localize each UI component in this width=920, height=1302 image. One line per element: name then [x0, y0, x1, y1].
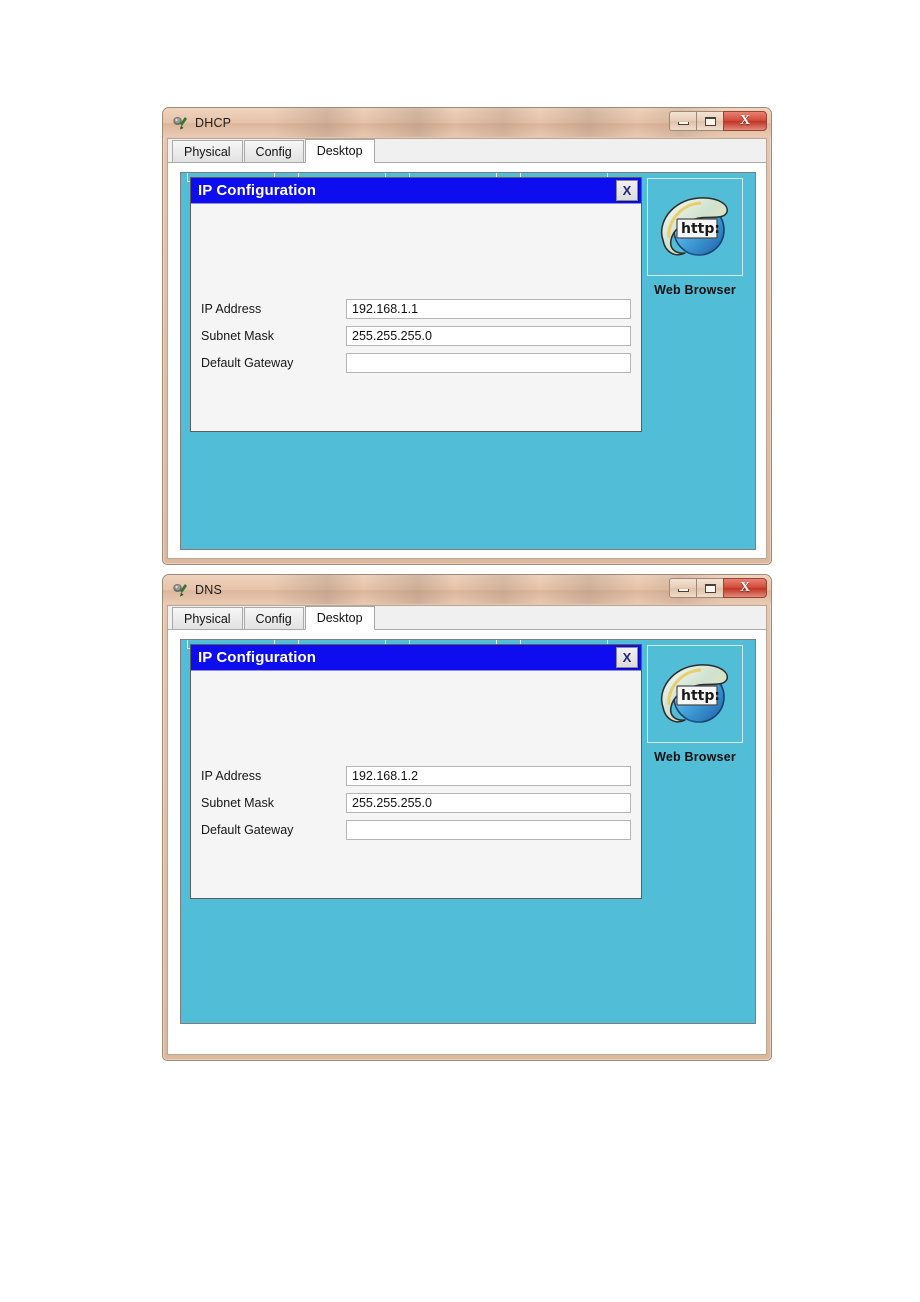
subnet-mask-input[interactable]: 255.255.255.0: [346, 326, 631, 346]
field-row-ip-address: IP Address 192.168.1.1: [201, 299, 631, 319]
titlebar-dns[interactable]: DNS X: [163, 575, 771, 604]
maximize-button[interactable]: [696, 578, 724, 598]
minimize-icon: [677, 122, 689, 125]
close-icon: X: [739, 580, 751, 595]
ip-address-label: IP Address: [201, 302, 262, 316]
window-title-dns: DNS: [195, 582, 222, 597]
dialog-close-icon: X: [622, 183, 632, 198]
web-browser-label: Web Browser: [654, 750, 736, 764]
desktop-icon-web-browser[interactable]: http: Web Browser: [647, 178, 743, 297]
default-gateway-label: Default Gateway: [201, 823, 294, 837]
dialog-title: IP Configuration: [198, 649, 316, 666]
default-gateway-input[interactable]: [346, 820, 631, 840]
tab-desktop-label: Desktop: [316, 611, 363, 625]
packet-tracer-device-icon: [172, 582, 188, 598]
maximize-button[interactable]: [696, 111, 724, 131]
dialog-title: IP Configuration: [198, 182, 316, 199]
dialog-body: IP Address 192.168.1.2 Subnet Mask 255.2…: [191, 671, 641, 898]
dialog-close-button[interactable]: X: [616, 180, 638, 201]
dialog-close-button[interactable]: X: [616, 647, 638, 668]
close-button[interactable]: X: [723, 111, 767, 131]
maximize-icon: [704, 583, 716, 593]
window-content-dhcp: Physical Config Desktop http: Web Browse…: [167, 138, 767, 559]
desktop-icon-web-browser[interactable]: http: Web Browser: [647, 645, 743, 764]
default-gateway-input[interactable]: [346, 353, 631, 373]
tab-config[interactable]: Config: [243, 607, 304, 629]
window-dns[interactable]: DNS X Physical Config Desktop http: Web …: [162, 574, 772, 1061]
ip-address-input[interactable]: 192.168.1.2: [346, 766, 631, 786]
field-row-default-gateway: Default Gateway: [201, 820, 631, 840]
ip-address-label: IP Address: [201, 769, 262, 783]
tab-config-label: Config: [255, 144, 292, 159]
close-icon: X: [739, 113, 751, 128]
close-button[interactable]: X: [723, 578, 767, 598]
window-title-dhcp: DHCP: [195, 115, 232, 130]
internet-explorer-globe-icon: http:: [660, 197, 728, 256]
field-row-ip-address: IP Address 192.168.1.2: [201, 766, 631, 786]
subnet-mask-label: Subnet Mask: [201, 796, 274, 810]
ip-configuration-dialog-dhcp[interactable]: IP Configuration X IP Address 192.168.1.…: [190, 177, 642, 432]
svg-text:http:: http:: [681, 688, 720, 704]
field-row-default-gateway: Default Gateway: [201, 353, 631, 373]
field-row-subnet-mask: Subnet Mask 255.255.255.0: [201, 326, 631, 346]
dialog-titlebar[interactable]: IP Configuration X: [191, 178, 641, 204]
svg-text:http:: http:: [681, 221, 720, 237]
tab-physical-label: Physical: [184, 611, 231, 626]
internet-explorer-globe-icon: http:: [660, 664, 728, 723]
window-controls-dhcp[interactable]: X: [669, 111, 767, 131]
tab-desktop[interactable]: Desktop: [304, 139, 375, 163]
maximize-icon: [704, 116, 716, 126]
minimize-icon: [677, 589, 689, 592]
dialog-close-icon: X: [622, 650, 632, 665]
titlebar-dhcp[interactable]: DHCP X: [163, 108, 771, 137]
tab-physical[interactable]: Physical: [172, 607, 243, 629]
ip-address-input[interactable]: 192.168.1.1: [346, 299, 631, 319]
web-browser-icon-box[interactable]: http:: [647, 178, 743, 276]
field-row-subnet-mask: Subnet Mask 255.255.255.0: [201, 793, 631, 813]
ip-configuration-dialog-dns[interactable]: IP Configuration X IP Address 192.168.1.…: [190, 644, 642, 899]
desktop-canvas-dns: http: Web Browser IP Configuration X IP …: [180, 639, 756, 1024]
minimize-button[interactable]: [669, 111, 697, 131]
packet-tracer-device-icon: [172, 115, 188, 131]
window-dhcp[interactable]: DHCP X Physical Config Desktop http: Web…: [162, 107, 772, 565]
tab-config[interactable]: Config: [243, 140, 304, 162]
subnet-mask-label: Subnet Mask: [201, 329, 274, 343]
window-controls-dns[interactable]: X: [669, 578, 767, 598]
tab-config-label: Config: [255, 611, 292, 626]
web-browser-icon-box[interactable]: http:: [647, 645, 743, 743]
tab-physical-label: Physical: [184, 144, 231, 159]
minimize-button[interactable]: [669, 578, 697, 598]
web-browser-label: Web Browser: [654, 283, 736, 297]
dialog-titlebar[interactable]: IP Configuration X: [191, 645, 641, 671]
window-content-dns: Physical Config Desktop http: Web Browse…: [167, 605, 767, 1055]
subnet-mask-input[interactable]: 255.255.255.0: [346, 793, 631, 813]
tabstrip-dhcp[interactable]: Physical Config Desktop: [168, 139, 766, 163]
tabstrip-dns[interactable]: Physical Config Desktop: [168, 606, 766, 630]
tab-desktop[interactable]: Desktop: [304, 606, 375, 630]
tab-physical[interactable]: Physical: [172, 140, 243, 162]
dialog-body: IP Address 192.168.1.1 Subnet Mask 255.2…: [191, 204, 641, 431]
default-gateway-label: Default Gateway: [201, 356, 294, 370]
tab-desktop-label: Desktop: [316, 144, 363, 158]
desktop-canvas-dhcp: http: Web Browser IP Configuration X IP …: [180, 172, 756, 550]
